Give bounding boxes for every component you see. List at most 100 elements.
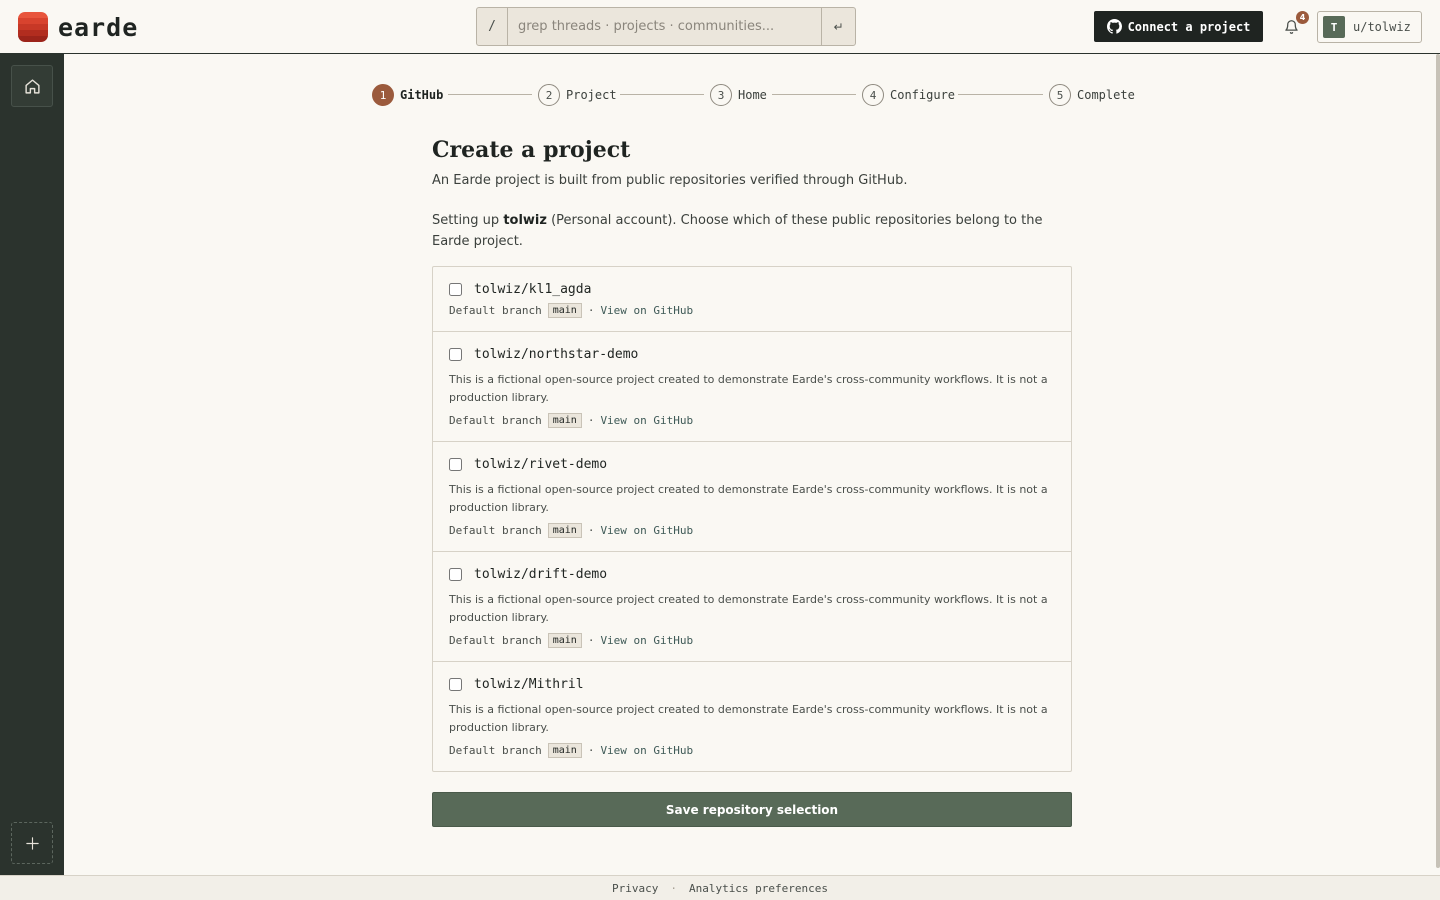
sidebar-home-button[interactable] [11,65,53,107]
sidebar-add-button[interactable] [11,822,53,864]
page-intro: Setting up tolwiz (Personal account). Ch… [432,213,1043,249]
repository-row: tolwiz/northstar-demo This is a fictional… [433,332,1071,442]
step-number: 5 [1049,84,1071,106]
account-name: tolwiz [503,213,547,228]
repository-checkbox[interactable] [449,677,462,691]
home-icon [24,78,40,94]
analytics-preferences-link[interactable]: Analytics preferences [689,882,828,895]
view-on-github-link[interactable]: View on GitHub [600,304,693,317]
default-branch-label: Default branch [449,744,542,757]
repository-header: tolwiz/rivet-demo [449,456,1055,472]
meta-separator: · [587,634,595,647]
default-branch-label: Default branch [449,414,542,427]
repository-checkbox[interactable] [449,567,462,581]
step-label: Project [566,88,617,102]
view-on-github-link[interactable]: View on GitHub [600,634,693,647]
repository-description: This is a fictional open-source project … [449,483,1048,514]
brand-logo[interactable]: earde [18,12,138,42]
step-number: 4 [862,84,884,106]
main-content: Create a project An Earde project is bui… [432,136,1072,827]
repository-meta: Default branch main · View on GitHub [449,523,1055,538]
repository-meta: Default branch main · View on GitHub [449,413,1055,428]
branch-badge: main [547,303,582,318]
step-number: 1 [372,84,394,106]
view-on-github-link[interactable]: View on GitHub [600,414,693,427]
plus-icon [25,836,39,850]
save-repository-selection-button[interactable]: Save repository selection [432,792,1072,827]
step-configure: 4 Configure [862,84,955,106]
default-branch-label: Default branch [449,304,542,317]
search-bar: / ↵ [476,7,856,46]
footer-separator: · [670,881,677,895]
step-home: 3 Home [710,84,767,106]
repository-meta: Default branch main · View on GitHub [449,303,1055,318]
page-subtitle: An Earde project is built from public re… [432,173,908,188]
default-branch-label: Default branch [449,634,542,647]
connect-project-label: Connect a project [1127,19,1251,34]
repository-header: tolwiz/northstar-demo [449,346,1055,362]
repository-row: tolwiz/rivet-demo This is a fictional ope… [433,442,1071,552]
step-complete: 5 Complete [1049,84,1135,106]
meta-separator: · [587,744,595,757]
step-number: 3 [710,84,732,106]
view-on-github-link[interactable]: View on GitHub [600,744,693,757]
page-scrollbar[interactable] [1436,54,1440,868]
meta-separator: · [587,304,595,317]
user-menu-button[interactable]: T u/tolwiz [1317,11,1422,43]
repository-description: This is a fictional open-source project … [449,703,1048,734]
connect-project-button[interactable]: Connect a project [1094,11,1263,42]
repository-name: tolwiz/kl1_agda [474,281,592,297]
user-handle: u/tolwiz [1353,20,1411,34]
top-header: earde / ↵ Connect a project 4 T u/tolwiz [0,0,1440,54]
branch-badge: main [547,413,582,428]
branch-badge: main [547,523,582,538]
notification-count-badge: 4 [1296,11,1309,24]
view-on-github-link[interactable]: View on GitHub [600,524,693,537]
setup-stepper: 1 GitHub 2 Project 3 Home 4 Configure 5 Complete [372,84,1135,106]
repository-checkbox[interactable] [449,347,462,361]
repository-row: tolwiz/Mithril This is a fictional open-s… [433,662,1071,771]
stepper-connector [620,94,704,95]
repository-row: tolwiz/drift-demo This is a fictional ope… [433,552,1071,662]
step-number: 2 [538,84,560,106]
default-branch-label: Default branch [449,524,542,537]
repository-header: tolwiz/kl1_agda [449,281,1055,297]
step-label: Configure [890,88,956,102]
repository-header: tolwiz/Mithril [449,676,1055,692]
repository-checkbox[interactable] [449,282,462,296]
avatar: T [1323,16,1345,38]
repository-description: This is a fictional open-source project … [449,593,1048,624]
github-icon [1106,19,1122,34]
brand-name: earde [58,12,139,42]
enter-icon[interactable]: ↵ [821,8,855,45]
meta-separator: · [587,414,595,427]
repository-name: tolwiz/Mithril [474,676,584,692]
search-slash-hint: / [477,8,508,45]
stepper-connector [958,94,1043,95]
earde-logo-icon [18,12,48,42]
branch-badge: main [547,743,582,758]
footer: Privacy · Analytics preferences [0,875,1440,900]
repository-name: tolwiz/rivet-demo [474,456,608,472]
repository-checkbox[interactable] [449,457,462,471]
repository-header: tolwiz/drift-demo [449,566,1055,582]
repository-description: This is a fictional open-source project … [449,373,1048,404]
repository-name: tolwiz/northstar-demo [474,346,639,362]
stepper-connector [772,94,856,95]
meta-separator: · [587,524,595,537]
sidebar [0,54,64,875]
stepper-connector [448,94,532,95]
bell-icon [1284,20,1298,34]
privacy-link[interactable]: Privacy [612,882,658,895]
step-label: GitHub [400,88,444,102]
step-label: Complete [1077,88,1135,102]
repository-name: tolwiz/drift-demo [474,566,608,582]
page-title: Create a project [432,137,631,163]
repository-list: tolwiz/kl1_agda Default branch main · View o… [432,266,1072,772]
step-label: Home [738,88,767,102]
repository-row: tolwiz/kl1_agda Default branch main · View o… [433,267,1071,332]
step-github: 1 GitHub [372,84,443,106]
search-input[interactable] [508,8,821,45]
step-project: 2 Project [538,84,617,106]
branch-badge: main [547,633,582,648]
